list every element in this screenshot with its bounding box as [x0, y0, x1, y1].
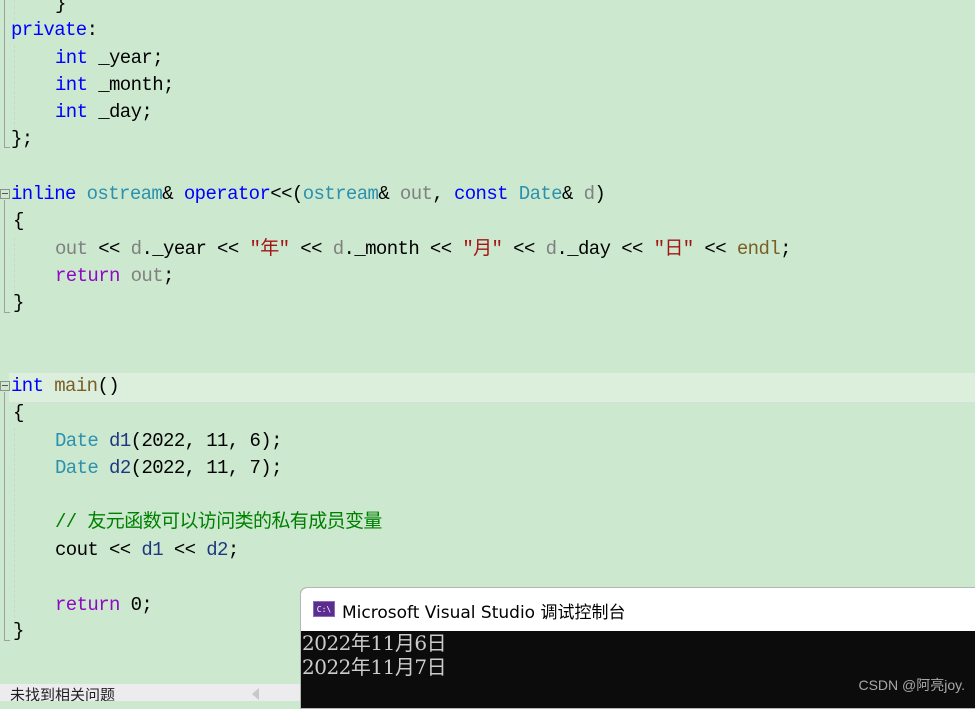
fold-toggle-operator[interactable]: [0, 189, 10, 199]
fold-line: [4, 200, 5, 312]
console-output-line: 2022年11月6日: [302, 631, 447, 655]
code-editor[interactable]: } private: int _year; int _month; int _d…: [0, 0, 975, 684]
fold-end: [4, 147, 10, 148]
indent-guide: [14, 238, 15, 298]
indent-guide: [14, 428, 15, 628]
code-line: }: [13, 292, 24, 314]
code-line: }: [55, 0, 66, 15]
console-output-line: 2022年11月7日: [302, 655, 447, 679]
code-line: return 0;: [55, 594, 153, 616]
fold-end: [4, 640, 10, 641]
code-line: {: [13, 402, 24, 424]
code-line: int _month;: [55, 74, 174, 96]
error-list-status-bar: 未找到相关问题: [0, 684, 300, 701]
code-line: };: [11, 128, 33, 150]
status-message: 未找到相关问题: [10, 686, 116, 701]
console-title: Microsoft Visual Studio 调试控制台: [342, 603, 626, 623]
code-line: cout << d1 << d2;: [55, 539, 239, 561]
code-line: }: [13, 620, 24, 642]
console-app-icon: C:\: [313, 601, 335, 617]
indent-guide: [14, 45, 15, 130]
watermark: CSDN @阿亮joy.: [858, 677, 965, 693]
code-line: int _day;: [55, 101, 153, 123]
console-titlebar[interactable]: C:\ Microsoft Visual Studio 调试控制台: [301, 588, 975, 631]
current-line-highlight: [9, 373, 975, 402]
code-line: inline ostream& operator<<(ostream& out,…: [11, 183, 606, 205]
fold-toggle-main[interactable]: [0, 381, 10, 391]
fold-line: [4, 0, 5, 147]
fold-end: [4, 312, 10, 313]
code-line: Date d2(2022, 11, 7);: [55, 457, 282, 479]
code-line: int _year;: [55, 47, 164, 69]
code-line: int main(): [11, 375, 120, 397]
scroll-left-arrow-icon[interactable]: [252, 688, 259, 700]
code-line: Date d1(2022, 11, 6);: [55, 430, 282, 452]
code-line: out << d._year << "年" << d._month << "月"…: [55, 238, 791, 260]
code-line: {: [13, 210, 24, 232]
code-comment: // 友元函数可以访问类的私有成员变量: [55, 511, 382, 533]
fold-line: [4, 392, 5, 640]
debug-console-window[interactable]: C:\ Microsoft Visual Studio 调试控制台 2022年1…: [300, 587, 975, 709]
code-line: return out;: [55, 265, 174, 287]
code-line: private:: [11, 19, 98, 41]
